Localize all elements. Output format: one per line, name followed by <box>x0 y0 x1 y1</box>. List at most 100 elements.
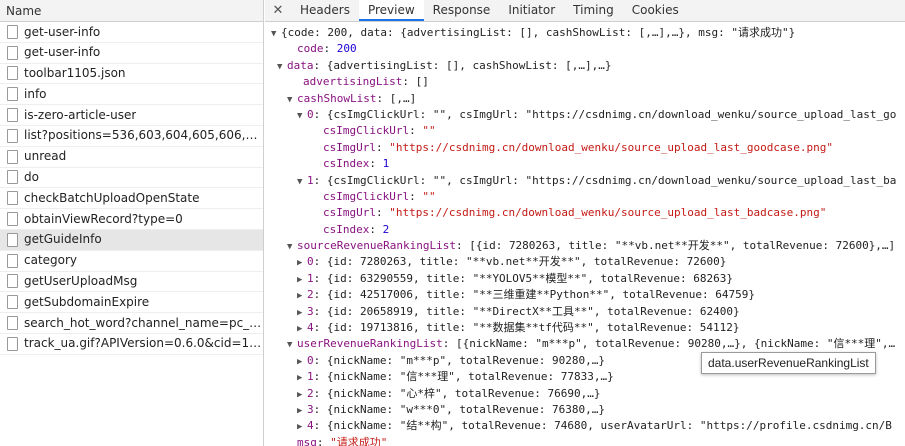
request-list-panel: Name get-user-info get-user-info toolbar11… <box>0 0 264 446</box>
collapsed-triangle-icon[interactable]: ▶ <box>297 288 307 303</box>
tree-source-item[interactable]: ▶ 0: {id: 7280263, title: "**vb.net**开发**… <box>265 254 905 270</box>
request-row[interactable]: do <box>0 168 263 189</box>
tree-source-item[interactable]: ▶ 2: {id: 42517006, title: "**三维重建**Pytho… <box>265 287 905 303</box>
collapsed-triangle-icon[interactable]: ▶ <box>297 419 307 434</box>
tree-data[interactable]: ▼ data: {advertisingList: [], cashShowLis… <box>265 58 905 74</box>
request-row[interactable]: get-user-info <box>0 22 263 43</box>
request-row[interactable]: toolbar1105.json <box>0 64 263 85</box>
details-panel: ✕ Headers Preview Response Initiator Timing C… <box>265 0 905 446</box>
document-icon <box>7 316 18 331</box>
request-row[interactable]: getGuideInfo <box>0 229 263 251</box>
tree-cashshowlist[interactable]: ▼ cashShowList: [,…] <box>265 91 905 107</box>
tree-source-item[interactable]: ▶ 3: {id: 20658919, title: "**DirectX**工具… <box>265 304 905 320</box>
tree-msg: msg: "请求成功" <box>265 435 905 446</box>
request-row[interactable]: checkBatchUploadOpenState <box>0 188 263 210</box>
tab-response[interactable]: Response <box>424 0 500 21</box>
document-icon <box>7 24 18 39</box>
summary: {nickName: "m***p", totalRevenue: 90280,… <box>326 353 606 367</box>
tree-cash-0[interactable]: ▼ 0: {csImgClickUrl: "", csImgUrl: "https… <box>265 107 905 123</box>
key: csIndex <box>323 157 370 171</box>
collapsed-triangle-icon[interactable]: ▶ <box>297 272 307 287</box>
request-row[interactable]: list?positions=536,603,604,605,606,607 <box>0 126 263 147</box>
key: advertisingList <box>303 75 403 89</box>
expanded-triangle-icon[interactable]: ▼ <box>287 92 297 107</box>
summary: {csImgClickUrl: "", csImgUrl: "https://c… <box>326 173 897 187</box>
tab-initiator[interactable]: Initiator <box>499 0 564 21</box>
request-row[interactable]: search_hot_word?channel_name=pc_hot_w... <box>0 313 263 334</box>
collapsed-triangle-icon[interactable]: ▶ <box>297 370 307 385</box>
collapsed-triangle-icon[interactable]: ▶ <box>297 321 307 336</box>
request-row[interactable]: getSubdomainExpire <box>0 292 263 314</box>
tree-user-item[interactable]: ▶ 3: {nickName: "w***0", totalRevenue: 76… <box>265 402 905 418</box>
tree-cash-1-url: csImgUrl: "https://csdnimg.cn/download_w… <box>323 206 827 220</box>
key: csIndex <box>323 222 370 236</box>
key: userRevenueRankingList <box>297 337 443 351</box>
request-row[interactable]: getUserUploadMsg <box>0 272 263 293</box>
expanded-triangle-icon[interactable]: ▼ <box>271 26 281 41</box>
index: 4 <box>307 419 314 433</box>
json-preview-tree: ▼ {code: 200, data: {advertisingList: [],… <box>265 25 905 446</box>
request-name: do <box>24 170 39 185</box>
index: 2 <box>307 386 314 400</box>
tree-source-ranking[interactable]: ▼ sourceRevenueRankingList: [{id: 7280263… <box>265 238 905 254</box>
name-column-header[interactable]: Name <box>0 0 263 22</box>
collapsed-triangle-icon[interactable]: ▶ <box>297 305 307 320</box>
tree-root[interactable]: ▼ {code: 200, data: {advertisingList: [],… <box>265 25 905 41</box>
request-row[interactable]: info <box>0 84 263 106</box>
key: sourceRevenueRankingList <box>297 239 456 253</box>
request-row[interactable]: unread <box>0 147 263 168</box>
tab-headers[interactable]: Headers <box>291 0 359 21</box>
request-row[interactable]: is-zero-article-user <box>0 105 263 126</box>
expanded-triangle-icon[interactable]: ▼ <box>297 108 307 123</box>
request-name: category <box>24 253 78 268</box>
request-name: checkBatchUploadOpenState <box>24 190 200 205</box>
key: cashShowList <box>297 91 377 105</box>
summary: {id: 63290559, title: "**YOLOV5**模型**", … <box>326 271 733 285</box>
tab-cookies[interactable]: Cookies <box>623 0 688 21</box>
request-name: list?positions=536,603,604,605,606,607 <box>24 128 263 143</box>
index: 4 <box>307 321 314 335</box>
document-icon <box>7 128 18 143</box>
tree-source-item[interactable]: ▶ 4: {id: 19713816, title: "**数据集**tf代码**… <box>265 320 905 336</box>
document-icon <box>7 232 18 247</box>
expanded-triangle-icon[interactable]: ▼ <box>297 174 307 189</box>
document-icon <box>7 170 18 185</box>
collapsed-triangle-icon[interactable]: ▶ <box>297 403 307 418</box>
key: data <box>287 58 314 72</box>
value: "https://csdnimg.cn/download_wenku/sourc… <box>389 140 833 154</box>
value: [] <box>415 75 429 89</box>
document-icon <box>7 108 18 123</box>
value: 2 <box>382 222 390 236</box>
request-row[interactable]: get-user-info <box>0 43 263 64</box>
collapsed-triangle-icon[interactable]: ▶ <box>297 255 307 270</box>
tree-cash-1-click: csImgClickUrl: "" <box>323 189 436 203</box>
collapsed-triangle-icon[interactable]: ▶ <box>297 387 307 402</box>
request-row[interactable]: track_ua.gif?APIVersion=0.6.0&cid=10_209… <box>0 334 263 355</box>
key: code <box>297 42 324 56</box>
index: 0 <box>307 255 314 269</box>
tree-user-item[interactable]: ▶ 2: {nickName: "心*梓", totalRevenue: 7669… <box>265 386 905 402</box>
request-row[interactable]: obtainViewRecord?type=0 <box>0 209 263 230</box>
summary: {advertisingList: [], cashShowList: [,…]… <box>326 58 612 72</box>
summary: {id: 42517006, title: "**三维重建**Python**"… <box>326 288 755 302</box>
expanded-triangle-icon[interactable]: ▼ <box>277 59 287 74</box>
collapsed-triangle-icon[interactable]: ▶ <box>297 354 307 369</box>
root-summary: {code: 200, data: {advertisingList: [], … <box>281 26 796 39</box>
request-row[interactable]: category <box>0 251 263 272</box>
tab-timing[interactable]: Timing <box>564 0 623 21</box>
tree-user-ranking[interactable]: ▼ userRevenueRankingList: [{nickName: "m*… <box>265 336 905 352</box>
tree-user-item[interactable]: ▶ 4: {nickName: "结**构", totalRevenue: 746… <box>265 418 905 434</box>
close-icon[interactable]: ✕ <box>265 0 291 21</box>
index: 1 <box>307 370 314 384</box>
tree-cash-0-url: csImgUrl: "https://csdnimg.cn/download_w… <box>323 140 833 154</box>
tree-cash-1[interactable]: ▼ 1: {csImgClickUrl: "", csImgUrl: "https… <box>265 173 905 189</box>
value: "https://csdnimg.cn/download_wenku/sourc… <box>389 206 827 220</box>
request-name: get-user-info <box>24 45 101 60</box>
tree-source-item[interactable]: ▶ 1: {id: 63290559, title: "**YOLOV5**模型*… <box>265 271 905 287</box>
request-name: search_hot_word?channel_name=pc_hot_w... <box>24 315 263 330</box>
value: 1 <box>382 157 390 171</box>
key: csImgClickUrl <box>323 124 410 138</box>
expanded-triangle-icon[interactable]: ▼ <box>287 239 297 254</box>
expanded-triangle-icon[interactable]: ▼ <box>287 337 297 352</box>
tab-preview[interactable]: Preview <box>358 0 424 21</box>
